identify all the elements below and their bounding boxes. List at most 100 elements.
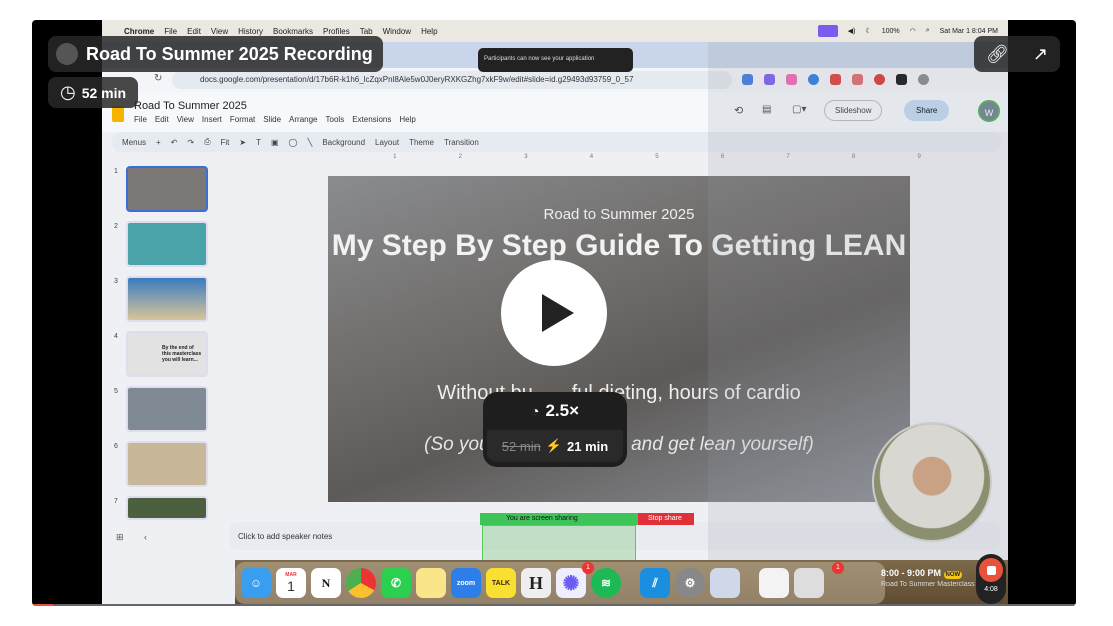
textbox-icon[interactable]: T [256, 138, 261, 147]
slide-number: 4 [114, 333, 118, 340]
menu-profiles: Profiles [323, 26, 350, 36]
menus-search[interactable]: Menus [122, 138, 146, 147]
menu-item[interactable]: Edit [155, 115, 169, 124]
finder-icon[interactable]: ☺ [241, 568, 271, 598]
add-icon[interactable]: + [156, 138, 161, 147]
recording-title-pill: Road To Summer 2025 Recording [48, 36, 383, 72]
collapse-icon[interactable]: ‹ [144, 532, 147, 542]
stop-icon [986, 565, 996, 575]
battery-level: 100% [881, 27, 900, 35]
menu-item[interactable]: Slide [263, 115, 281, 124]
progress-bar[interactable] [32, 604, 1076, 606]
mac-dock: ☺ MAR 1 N ✆ zoom TALK H ✺ ≋ ⫽ ⚙ 1 1 8:00 … [235, 560, 1008, 606]
slide-filmstrip: 1 2 3 4 By the end of this masterclass y… [110, 166, 220, 526]
wifi-icon: ◠ [909, 28, 916, 35]
fast-time: 21 min [567, 438, 609, 454]
zoom-icon[interactable]: zoom [451, 568, 481, 598]
speed-popup[interactable]: ◔ 2.5× 52 min ⚡ 21 min [483, 392, 627, 467]
slide-thumbnail[interactable] [126, 441, 208, 487]
slide-thumbnail[interactable]: By the end of this masterclass you will … [126, 331, 208, 377]
slide-thumbnail[interactable] [126, 386, 208, 432]
duration-pill: ◷ 52 min [48, 77, 139, 108]
menu-item[interactable]: Insert [202, 115, 222, 124]
image-icon[interactable]: ▣ [271, 138, 279, 147]
duration: 52 min [81, 84, 127, 101]
menu-window: Window [382, 26, 412, 36]
avatar [56, 43, 78, 65]
menu-bookmarks: Bookmarks [273, 26, 314, 36]
select-icon[interactable]: ➤ [239, 138, 246, 147]
url-field[interactable]: docs.google.com/presentation/d/17b6R-k1h… [172, 71, 732, 89]
settings-icon[interactable]: ⚙ [675, 568, 705, 598]
ruler-tick: 2 [458, 154, 462, 160]
slide-number: 6 [114, 443, 118, 450]
redo-icon[interactable]: ↷ [187, 138, 194, 147]
preview-icon[interactable] [710, 568, 740, 598]
perplexity-icon[interactable]: ✺ [556, 568, 586, 598]
trash-icon[interactable] [794, 568, 824, 598]
calendar-day: 1 [287, 578, 295, 594]
zoom-share-bar: You are screen sharing Stop share [480, 513, 694, 525]
play-icon [542, 294, 574, 332]
notes-icon[interactable] [416, 568, 446, 598]
slides-menu: File Edit View Insert Format Slide Arran… [134, 115, 416, 124]
top-right-actions: 🔗︎ ↗ [974, 36, 1060, 72]
menu-file: File [164, 26, 178, 36]
transition-button[interactable]: Transition [444, 138, 479, 147]
slide-number: 7 [114, 498, 118, 505]
menu-item[interactable]: Tools [326, 115, 345, 124]
webcam-bubble[interactable] [872, 422, 992, 542]
clock: Sat Mar 1 8:04 PM [939, 27, 998, 35]
zoom-select[interactable]: Fit [221, 138, 230, 147]
doc-title[interactable]: Road To Summer 2025 [134, 100, 247, 112]
linear-icon[interactable]: ⫽ [640, 568, 670, 598]
menu-item[interactable]: Help [399, 115, 415, 124]
slide-number: 3 [114, 278, 118, 285]
slide-thumbnail[interactable] [126, 221, 208, 267]
menu-item[interactable]: Format [230, 115, 255, 124]
stop-share-button[interactable]: Stop share [638, 513, 694, 525]
original-time: 52 min [501, 438, 541, 454]
menu-item[interactable]: View [177, 115, 194, 124]
print-icon[interactable]: ⎙ [204, 137, 210, 147]
clock-icon: ◷ [60, 82, 76, 102]
document-icon[interactable] [759, 568, 789, 598]
layout-button[interactable]: Layout [375, 138, 399, 147]
share-status: You are screen sharing [480, 513, 638, 525]
menu-item[interactable]: Arrange [289, 115, 317, 124]
shape-icon[interactable]: ◯ [289, 138, 298, 147]
now-badge: NOW [943, 571, 963, 579]
reload-icon[interactable]: ↻ [154, 73, 162, 84]
background-button[interactable]: Background [322, 138, 365, 147]
play-button[interactable] [501, 260, 607, 366]
slide-number: 1 [114, 168, 118, 175]
recorder-control: 4:08 [976, 554, 1006, 604]
spotify-icon[interactable]: ≋ [591, 568, 621, 598]
undo-icon[interactable]: ↶ [171, 138, 178, 147]
menu-item[interactable]: File [134, 115, 147, 124]
menu-history: History [238, 26, 264, 36]
badge: 1 [832, 562, 844, 574]
slide-thumbnail[interactable] [126, 276, 208, 322]
stop-recording-button[interactable] [979, 558, 1003, 582]
chrome-icon[interactable] [346, 568, 376, 598]
copy-link-icon[interactable]: 🔗︎ [986, 44, 1009, 65]
screen-share-icon [817, 25, 838, 37]
menu-item[interactable]: Extensions [352, 115, 391, 124]
recording-title: Road To Summer 2025 Recording [86, 43, 373, 64]
gauge-icon: ◔ [530, 403, 540, 419]
kakaotalk-icon[interactable]: TALK [486, 568, 516, 598]
slide-thumbnail[interactable] [126, 166, 208, 212]
badge: 1 [582, 562, 594, 574]
line-icon[interactable]: ╲ [308, 138, 313, 147]
menu-chrome: Chrome [124, 26, 155, 36]
open-external-icon[interactable]: ↗ [1033, 44, 1048, 65]
whatsapp-icon[interactable]: ✆ [381, 568, 411, 598]
ruler-tick: 3 [524, 154, 528, 160]
notion-icon[interactable]: N [311, 568, 341, 598]
theme-button[interactable]: Theme [409, 138, 434, 147]
menu-tab: Tab [359, 26, 373, 36]
grid-view-icon[interactable]: ⊞ [116, 532, 124, 543]
hemingway-icon[interactable]: H [521, 568, 551, 598]
slide-thumbnail[interactable] [126, 496, 208, 520]
